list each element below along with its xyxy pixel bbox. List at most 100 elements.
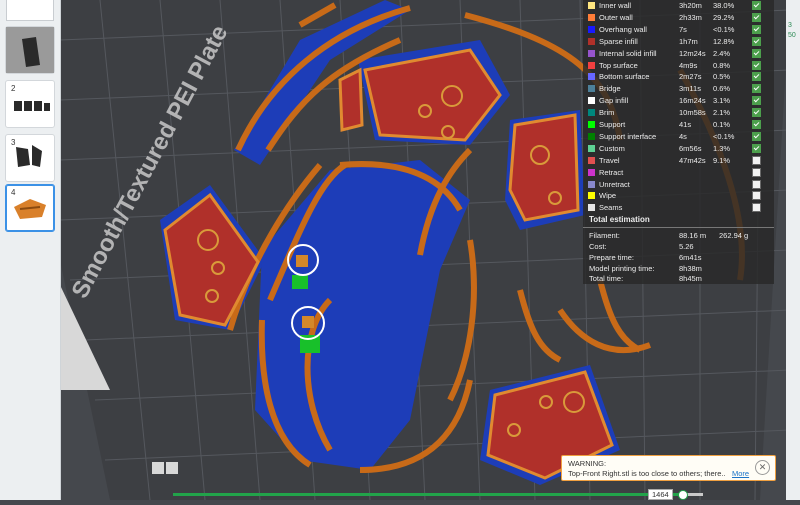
legend-swatch: [588, 144, 595, 152]
legend-visibility-checkbox[interactable]: [752, 72, 761, 82]
legend-name: Top surface: [599, 60, 638, 70]
legend-swatch: [588, 85, 595, 93]
legend-visibility-checkbox[interactable]: [752, 120, 761, 129]
total-time-row: Total time: 8h45m: [589, 274, 774, 285]
object-thumb-3[interactable]: 3: [5, 134, 55, 182]
warning-message: Top-Front Right.stl is too close to othe…: [568, 469, 726, 478]
legend-row: Inner wall 3h20m 38.0%: [583, 0, 774, 12]
object-thumb-4[interactable]: 4: [5, 184, 55, 232]
legend-row: Seams: [583, 202, 774, 214]
total-time-value: 8h45m: [679, 274, 702, 283]
legend-swatch: [588, 180, 595, 188]
legend-visibility-checkbox[interactable]: [752, 203, 761, 213]
warning-more-link[interactable]: More: [732, 469, 749, 478]
legend-name: Bridge: [599, 84, 621, 94]
object-thumb-1[interactable]: 1: [5, 26, 55, 74]
legend-percent: 9.1%: [713, 155, 731, 165]
legend-row: Support 41s 0.1%: [583, 119, 774, 131]
legend-name: Support: [599, 120, 626, 129]
legend-swatch: [588, 13, 595, 21]
legend-row: Wipe: [583, 190, 774, 202]
legend-name: Custom: [599, 143, 625, 153]
legend-swatch: [588, 168, 595, 176]
legend-name: Travel: [599, 155, 620, 165]
legend-percent: 2.4%: [713, 48, 731, 58]
object-preview-icon: [14, 101, 50, 111]
right-layer-strip: 3 50: [786, 0, 800, 500]
legend-percent: 2.1%: [713, 108, 731, 118]
prepare-time-row: Prepare time: 6m41s: [589, 253, 774, 264]
legend-visibility-checkbox[interactable]: [752, 84, 761, 94]
legend-row: Top surface 4m9s 0.8%: [583, 60, 774, 72]
legend-name: Support interface: [599, 131, 657, 141]
model-time-label: Model printing time:: [589, 264, 655, 273]
legend-name: Retract: [599, 167, 624, 177]
legend-name: Internal solid infill: [599, 48, 657, 58]
layer-slider-bar: 1464: [60, 487, 786, 500]
legend-time: 47m42s: [679, 155, 706, 165]
prepare-time-label: Prepare time:: [589, 253, 635, 262]
close-icon[interactable]: ✕: [755, 460, 770, 475]
legend-swatch: [588, 156, 595, 164]
legend-visibility-checkbox[interactable]: [752, 179, 761, 189]
object-preview-icon: [16, 145, 42, 167]
object-thumb-2[interactable]: 2: [5, 80, 55, 128]
legend-swatch: [588, 37, 595, 45]
legend-divider: [583, 227, 774, 228]
legend-row: Outer wall 2h33m 29.2%: [583, 12, 774, 24]
legend-row: Brim 10m58s 2.1%: [583, 107, 774, 119]
model-time-value: 8h38m: [679, 264, 702, 273]
legend-visibility-checkbox[interactable]: [752, 1, 761, 10]
legend-time: 10m58s: [679, 108, 706, 118]
legend-visibility-checkbox[interactable]: [752, 155, 761, 165]
legend-name: Inner wall: [599, 1, 632, 10]
legend-name: Gap infill: [599, 96, 629, 106]
legend-visibility-checkbox[interactable]: [752, 60, 761, 70]
legend-visibility-checkbox[interactable]: [752, 131, 761, 141]
legend-percent: 3.1%: [713, 96, 731, 106]
legend-name: Wipe: [599, 191, 617, 201]
legend-visibility-checkbox[interactable]: [752, 191, 761, 201]
legend-time: 16m24s: [679, 96, 706, 106]
legend-time: 4m9s: [679, 60, 698, 70]
legend-time: 1h7m: [679, 36, 698, 46]
legend-percent: 0.1%: [713, 120, 731, 129]
sidebar-top-tab[interactable]: [6, 0, 54, 21]
legend-swatch: [588, 204, 595, 212]
legend-visibility-checkbox[interactable]: [752, 36, 761, 46]
legend-percent: <0.1%: [713, 131, 735, 141]
layer-slider-handle[interactable]: [677, 490, 688, 500]
legend-visibility-checkbox[interactable]: [752, 12, 761, 22]
right-strip-second-value: 50: [788, 32, 796, 39]
legend-time: 4s: [679, 131, 687, 141]
layer-slider-fill: [173, 493, 682, 496]
legend-swatch: [588, 2, 595, 9]
object-list-sidebar: 1 2 3 4: [0, 0, 61, 500]
legend-visibility-checkbox[interactable]: [752, 167, 761, 177]
legend-row: Sparse infill 1h7m 12.8%: [583, 36, 774, 48]
legend-visibility-checkbox[interactable]: [752, 48, 761, 58]
legend-visibility-checkbox[interactable]: [752, 24, 761, 34]
object-preview-icon: [6, 27, 54, 73]
legend-row: Bottom surface 2m27s 0.5%: [583, 71, 774, 83]
total-time-label: Total time:: [589, 274, 624, 283]
legend-percent: 1.3%: [713, 143, 731, 153]
legend-row: Overhang wall 7s <0.1%: [583, 24, 774, 36]
legend-time: 3m11s: [679, 84, 701, 94]
legend-time: 3h20m: [679, 1, 702, 10]
legend-panel: Inner wall 3h20m 38.0% Outer wall 2h33m 29.2%…: [583, 0, 774, 284]
legend-visibility-checkbox[interactable]: [752, 143, 761, 153]
legend-visibility-checkbox[interactable]: [752, 96, 761, 106]
legend-time: 12m24s: [679, 48, 706, 58]
legend-swatch: [588, 109, 595, 117]
legend-name: Overhang wall: [599, 24, 647, 34]
legend-row: Unretract: [583, 179, 774, 191]
legend-percent: 0.8%: [713, 60, 731, 70]
legend-time: 41s: [679, 120, 692, 129]
legend-visibility-checkbox[interactable]: [752, 108, 761, 118]
legend-time: 7s: [679, 24, 687, 34]
legend-swatch: [588, 121, 595, 128]
legend-row: Custom 6m56s 1.3%: [583, 143, 774, 155]
filament-weight: 262.94 g: [719, 231, 749, 240]
legend-percent: 0.5%: [713, 72, 731, 82]
